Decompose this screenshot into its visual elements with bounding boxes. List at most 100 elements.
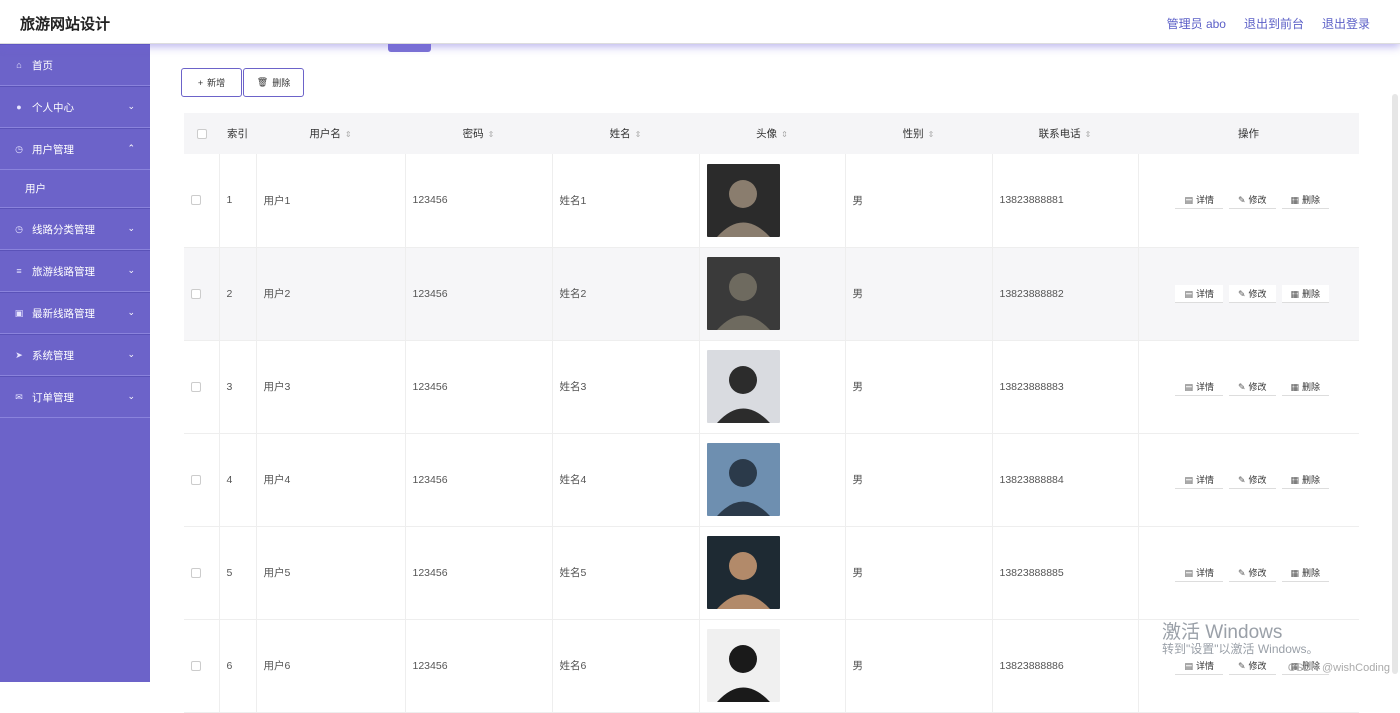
- pencil-icon: ✎: [1237, 288, 1246, 299]
- cell-name: 姓名2: [552, 247, 700, 340]
- cell-gender: 男: [845, 433, 993, 526]
- row-checkbox[interactable]: [184, 619, 220, 712]
- detail-button[interactable]: ▤ 详情: [1175, 377, 1223, 396]
- sidebar-item-orders[interactable]: ✉ 订单管理 ⌄: [0, 376, 150, 418]
- edit-button[interactable]: ✎ 修改: [1228, 470, 1276, 489]
- trash-icon: 🗑︎: [256, 77, 269, 87]
- sidebar-item-home[interactable]: ⌂ 首页: [0, 44, 150, 86]
- mail-icon: ✉: [15, 391, 23, 402]
- site-title: 旅游网站设计: [20, 16, 111, 33]
- sidebar-subitem-user[interactable]: 用户: [0, 170, 150, 208]
- delete-button[interactable]: ▦ 删除: [1281, 470, 1330, 489]
- table-header: 索引 用户名 ⇕ 密码 ⇕ 姓名 ⇕ 头像 ⇕ 性别 ⇕ 联系电话 ⇕ 操作: [184, 113, 1359, 154]
- back-to-front-link[interactable]: 退出到前台: [1244, 15, 1304, 32]
- cell-avatar[interactable]: [699, 340, 846, 433]
- sidebar-item-label: 首页: [32, 59, 53, 72]
- sidebar-item-user-mgmt[interactable]: ◷ 用户管理 ⌃: [0, 128, 150, 170]
- sidebar-item-personal[interactable]: ● 个人中心 ⌄: [0, 86, 150, 128]
- document-icon: ▤: [1184, 474, 1193, 485]
- cell-username: 用户3: [256, 340, 406, 433]
- delete-button[interactable]: ▦ 删除: [1281, 284, 1330, 303]
- sliders-icon: ≡: [16, 266, 22, 276]
- search-button-edge[interactable]: [388, 44, 431, 52]
- col-gender[interactable]: 性别 ⇕: [845, 113, 992, 154]
- sidebar-item-system[interactable]: ➤ 系统管理 ⌄: [0, 334, 150, 376]
- delete-button[interactable]: ▦ 删除: [1281, 191, 1330, 210]
- windows-activation-hint: 转到"设置"以激活 Windows。: [1162, 642, 1319, 656]
- avatar[interactable]: [706, 350, 780, 423]
- row-checkbox[interactable]: [184, 247, 220, 340]
- delete-button[interactable]: ▦ 删除: [1281, 563, 1330, 582]
- sort-icon: ⇕: [781, 130, 788, 139]
- sidebar-item-travel-routes[interactable]: ≡ 旅游线路管理 ⌄: [0, 250, 150, 292]
- row-checkbox[interactable]: [184, 433, 220, 526]
- avatar[interactable]: [706, 163, 780, 237]
- cell-actions: ▤ 详情 ✎ 修改 ▦ 删除: [1138, 526, 1359, 619]
- main-content: + 新增 🗑︎ 删除 索引 用户名 ⇕ 密码 ⇕ 姓名 ⇕ 头像 ⇕ 性别 ⇕ 联系电话 ⇕…: [150, 44, 1400, 712]
- pencil-icon: ✎: [1237, 567, 1246, 578]
- row-checkbox[interactable]: [184, 154, 220, 247]
- sidebar-item-label: 系统管理: [32, 349, 74, 362]
- cell-password: 123456: [405, 433, 553, 526]
- cell-index: 1: [219, 154, 257, 247]
- image-icon: ▣: [14, 307, 24, 318]
- edit-button[interactable]: ✎ 修改: [1228, 563, 1276, 582]
- row-checkbox[interactable]: [184, 340, 220, 433]
- sidebar-item-route-category[interactable]: ◷ 线路分类管理 ⌄: [0, 208, 150, 250]
- avatar[interactable]: [706, 443, 780, 516]
- row-checkbox[interactable]: [184, 526, 220, 619]
- col-username[interactable]: 用户名 ⇕: [256, 113, 405, 154]
- select-all-checkbox[interactable]: [184, 113, 219, 154]
- batch-delete-button[interactable]: 🗑︎ 删除: [243, 68, 304, 97]
- detail-button[interactable]: ▤ 详情: [1175, 470, 1223, 489]
- cell-index: 3: [219, 340, 257, 433]
- cell-index: 2: [219, 247, 257, 340]
- cell-avatar[interactable]: [699, 433, 846, 526]
- detail-button[interactable]: ▤ 详情: [1175, 656, 1223, 675]
- col-password[interactable]: 密码 ⇕: [405, 113, 552, 154]
- edit-button[interactable]: ✎ 修改: [1228, 284, 1276, 303]
- send-icon: ➤: [15, 349, 23, 360]
- sidebar-item-latest-routes[interactable]: ▣ 最新线路管理 ⌄: [0, 292, 150, 334]
- cell-avatar[interactable]: [699, 526, 846, 619]
- col-phone[interactable]: 联系电话 ⇕: [992, 113, 1138, 154]
- document-icon: ▤: [1184, 195, 1193, 206]
- delete-button-label: 删除: [272, 78, 291, 88]
- chevron-down-icon: ⌄: [127, 101, 135, 111]
- cell-name: 姓名4: [552, 433, 700, 526]
- col-avatar[interactable]: 头像 ⇕: [699, 113, 845, 154]
- detail-button[interactable]: ▤ 详情: [1175, 284, 1223, 303]
- pencil-icon: ✎: [1237, 381, 1246, 392]
- trash-icon: ▦: [1290, 288, 1300, 299]
- cell-avatar[interactable]: [699, 247, 846, 340]
- table-row: 3 用户3 123456 姓名3 男 13823888883 ▤ 详情 ✎ 修改 ▦…: [184, 340, 1359, 433]
- logout-link[interactable]: 退出登录: [1322, 15, 1370, 32]
- cell-avatar[interactable]: [699, 619, 846, 712]
- pencil-icon: ✎: [1237, 474, 1246, 485]
- edit-button[interactable]: ✎ 修改: [1228, 377, 1276, 396]
- delete-button[interactable]: ▦ 删除: [1281, 377, 1330, 396]
- cell-username: 用户2: [256, 247, 406, 340]
- table-row: 2 用户2 123456 姓名2 男 13823888882 ▤ 详情 ✎ 修改 ▦…: [184, 247, 1359, 340]
- add-button[interactable]: + 新增: [181, 68, 242, 97]
- detail-button[interactable]: ▤ 详情: [1175, 191, 1223, 210]
- trash-icon: ▦: [1290, 381, 1300, 392]
- cell-actions: ▤ 详情 ✎ 修改 ▦ 删除: [1138, 154, 1359, 247]
- edit-button[interactable]: ✎ 修改: [1228, 656, 1276, 675]
- cell-gender: 男: [845, 619, 993, 712]
- cell-phone: 13823888881: [992, 154, 1139, 247]
- cell-phone: 13823888886: [992, 619, 1139, 712]
- detail-button[interactable]: ▤ 详情: [1175, 563, 1223, 582]
- cell-actions: ▤ 详情 ✎ 修改 ▦ 删除: [1138, 340, 1359, 433]
- col-name[interactable]: 姓名 ⇕: [552, 113, 699, 154]
- cell-gender: 男: [845, 526, 993, 619]
- avatar[interactable]: [706, 257, 780, 330]
- avatar[interactable]: [706, 536, 780, 609]
- user-icon: ●: [16, 102, 22, 112]
- chevron-down-icon: ⌄: [127, 391, 135, 401]
- cell-actions: ▤ 详情 ✎ 修改 ▦ 删除: [1138, 247, 1359, 340]
- avatar[interactable]: [706, 629, 780, 702]
- vertical-scrollbar[interactable]: [1392, 94, 1398, 674]
- cell-avatar[interactable]: [699, 154, 846, 247]
- edit-button[interactable]: ✎ 修改: [1228, 191, 1276, 210]
